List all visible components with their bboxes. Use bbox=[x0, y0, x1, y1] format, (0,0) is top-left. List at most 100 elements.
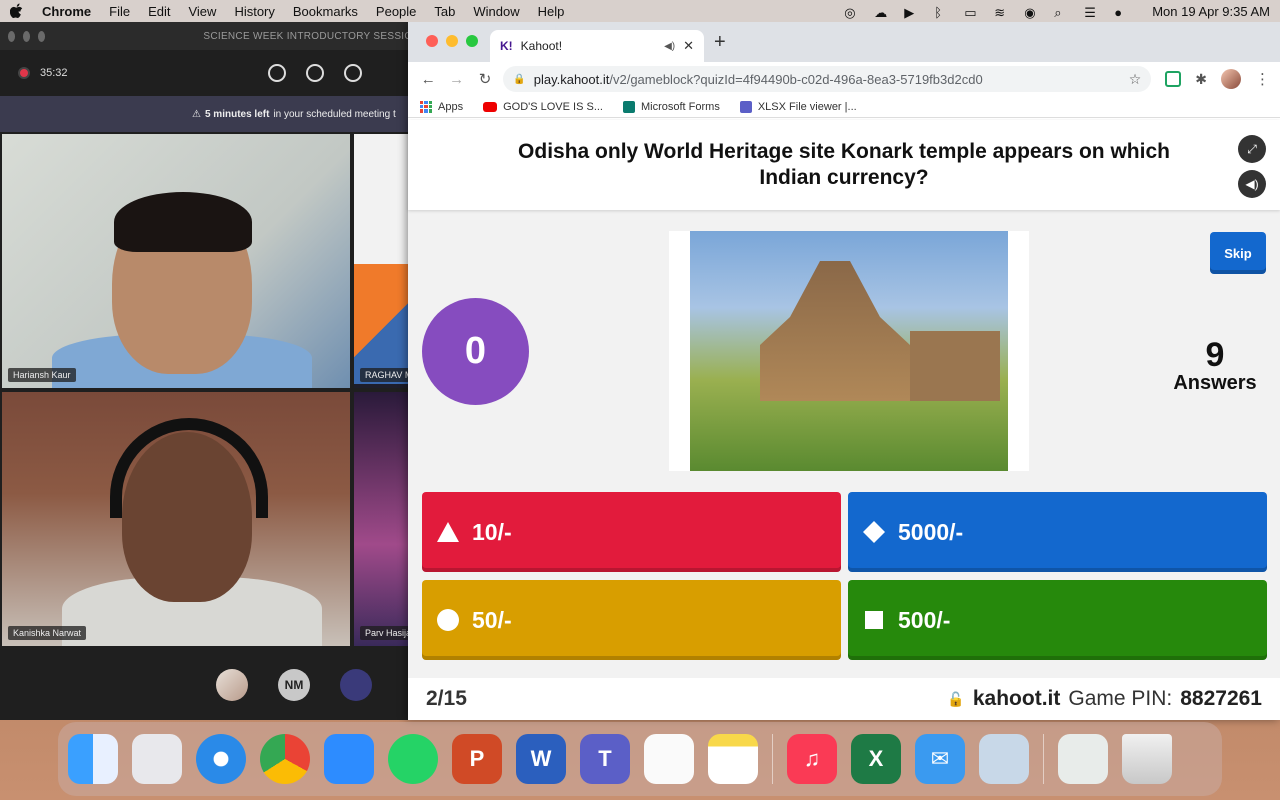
menu-history[interactable]: History bbox=[234, 4, 274, 19]
menu-edit[interactable]: Edit bbox=[148, 4, 170, 19]
volume-icon[interactable]: ◀) bbox=[1238, 170, 1266, 198]
mail-icon[interactable]: ✉ bbox=[915, 734, 965, 784]
avatar[interactable]: NM bbox=[278, 669, 310, 701]
answer-option-green[interactable]: 500/- bbox=[848, 580, 1267, 660]
menubar-clock[interactable]: Mon 19 Apr 9:35 AM bbox=[1152, 4, 1270, 19]
profile-avatar[interactable] bbox=[1221, 69, 1241, 89]
apple-menu-icon[interactable] bbox=[10, 3, 24, 19]
forward-button[interactable]: → bbox=[446, 71, 466, 88]
close-window-button[interactable] bbox=[426, 35, 438, 47]
teams-icon[interactable]: T bbox=[580, 734, 630, 784]
navigation-bar: ← → ↻ 🔒 play.kahoot.it/v2/gameblock?quiz… bbox=[408, 62, 1280, 96]
icloud-icon[interactable]: ☁ bbox=[874, 5, 890, 20]
game-pin-label: Game PIN: bbox=[1068, 687, 1173, 710]
video-tile[interactable]: Hariansh Kaur bbox=[2, 134, 350, 388]
recording-indicator-icon bbox=[18, 67, 30, 79]
siri-icon[interactable]: ● bbox=[1114, 5, 1130, 20]
menu-view[interactable]: View bbox=[188, 4, 216, 19]
menu-help[interactable]: Help bbox=[538, 4, 565, 19]
bookmark-microsoft-forms[interactable]: Microsoft Forms bbox=[623, 100, 720, 113]
menu-app-name[interactable]: Chrome bbox=[42, 4, 91, 19]
safari-icon[interactable] bbox=[196, 734, 246, 784]
launchpad-icon[interactable] bbox=[132, 734, 182, 784]
avatar[interactable] bbox=[216, 669, 248, 701]
bookmark-youtube[interactable]: GOD'S LOVE IS S... bbox=[483, 101, 603, 113]
zoom-window-button[interactable] bbox=[466, 35, 478, 47]
creative-cloud-icon[interactable]: ◎ bbox=[844, 5, 860, 20]
menu-bar: Chrome File Edit View History Bookmarks … bbox=[0, 0, 1280, 22]
menu-bookmarks[interactable]: Bookmarks bbox=[293, 4, 358, 19]
menu-window[interactable]: Window bbox=[473, 4, 519, 19]
preview-icon[interactable] bbox=[979, 734, 1029, 784]
zoom-icon[interactable] bbox=[324, 734, 374, 784]
bookmark-apps[interactable]: Apps bbox=[420, 100, 463, 113]
play-icon[interactable]: ▶ bbox=[904, 5, 920, 20]
spotlight-search-icon[interactable]: ⌕ bbox=[1054, 5, 1070, 20]
lock-icon: 🔓 bbox=[947, 690, 965, 707]
participant-name: Kanishka Narwat bbox=[8, 626, 87, 640]
kahoot-favicon-icon: K! bbox=[500, 39, 513, 53]
reactions-icon[interactable] bbox=[343, 64, 362, 82]
menu-people[interactable]: People bbox=[376, 4, 416, 19]
window-zoom-dot[interactable] bbox=[38, 30, 46, 42]
bookmark-xlsx-viewer[interactable]: XLSX File viewer |... bbox=[739, 100, 857, 113]
address-bar[interactable]: 🔒 play.kahoot.it/v2/gameblock?quizId=4f9… bbox=[503, 66, 1152, 92]
wifi-icon[interactable]: ≋ bbox=[994, 5, 1010, 20]
lock-icon[interactable]: 🔒 bbox=[513, 74, 525, 85]
minimize-window-button[interactable] bbox=[446, 35, 458, 47]
trash-icon[interactable] bbox=[1122, 734, 1172, 784]
banner-bold-text: 5 minutes left bbox=[204, 108, 270, 120]
participant-name: Hariansh Kaur bbox=[8, 368, 76, 382]
triangle-icon bbox=[436, 520, 460, 544]
finder-icon[interactable] bbox=[68, 734, 118, 784]
reminders-icon[interactable] bbox=[644, 734, 694, 784]
meeting-timer: 35:32 bbox=[40, 67, 68, 79]
window-minimize-dot[interactable] bbox=[23, 30, 31, 42]
meeting-time-warning-banner: ⚠ 5 minutes left in your scheduled meeti… bbox=[0, 96, 420, 132]
menu-file[interactable]: File bbox=[109, 4, 130, 19]
battery-icon[interactable]: ▭ bbox=[964, 5, 980, 20]
screenshot-icon[interactable] bbox=[1058, 734, 1108, 784]
word-icon[interactable]: W bbox=[516, 734, 566, 784]
google-classroom-extension-icon[interactable] bbox=[1165, 71, 1182, 87]
bookmark-label: XLSX File viewer |... bbox=[757, 100, 857, 113]
konark-temple-photo bbox=[690, 231, 1008, 471]
answer-label: 50/- bbox=[472, 606, 512, 633]
close-tab-icon[interactable]: ✕ bbox=[683, 38, 694, 54]
dock: P W T ♫ X ✉ bbox=[58, 722, 1222, 796]
answer-option-yellow[interactable]: 50/- bbox=[422, 580, 841, 660]
answer-option-blue[interactable]: 5000/- bbox=[848, 492, 1267, 572]
fullscreen-icon[interactable]: ⤢ bbox=[1238, 135, 1266, 163]
music-icon[interactable]: ♫ bbox=[787, 734, 837, 784]
whatsapp-icon[interactable] bbox=[388, 734, 438, 784]
menu-tab[interactable]: Tab bbox=[434, 4, 455, 19]
chrome-window: K! Kahoot! ◀) ✕ + ← → ↻ 🔒 play.kahoot.it… bbox=[408, 22, 1280, 720]
window-close-dot[interactable] bbox=[8, 30, 16, 42]
notes-icon[interactable] bbox=[708, 734, 758, 784]
browser-menu-icon[interactable]: ⋮ bbox=[1255, 70, 1270, 88]
bookmarks-bar: Apps GOD'S LOVE IS S... Microsoft Forms … bbox=[408, 96, 1280, 118]
tab-audio-icon[interactable]: ◀) bbox=[664, 41, 675, 52]
video-grid: Hariansh Kaur RAGHAV M Kanishka Narwat P… bbox=[2, 134, 420, 646]
participants-icon[interactable] bbox=[267, 64, 286, 82]
control-center-icon[interactable]: ☰ bbox=[1084, 5, 1100, 20]
tab-kahoot[interactable]: K! Kahoot! ◀) ✕ bbox=[490, 30, 704, 62]
url-text[interactable]: play.kahoot.it/v2/gameblock?quizId=4f944… bbox=[534, 72, 1129, 87]
bluetooth-icon[interactable]: ᛒ bbox=[934, 5, 950, 20]
excel-icon[interactable]: X bbox=[851, 734, 901, 784]
window-controls bbox=[426, 35, 478, 47]
new-tab-button[interactable]: + bbox=[714, 31, 726, 54]
chrome-icon[interactable] bbox=[260, 734, 310, 784]
avatar[interactable] bbox=[340, 669, 372, 701]
user-icon[interactable]: ◉ bbox=[1024, 5, 1040, 20]
answer-option-red[interactable]: 10/- bbox=[422, 492, 841, 572]
extensions-puzzle-icon[interactable]: ✱ bbox=[1195, 71, 1207, 88]
powerpoint-icon[interactable]: P bbox=[452, 734, 502, 784]
skip-button[interactable]: Skip bbox=[1210, 232, 1266, 274]
video-tile[interactable]: Kanishka Narwat bbox=[2, 392, 350, 646]
reload-button[interactable]: ↻ bbox=[475, 70, 495, 88]
participant-avatar-strip: NM bbox=[0, 662, 420, 708]
back-button[interactable]: ← bbox=[418, 71, 438, 88]
chat-icon[interactable] bbox=[305, 64, 324, 82]
bookmark-star-icon[interactable]: ☆ bbox=[1129, 71, 1142, 88]
